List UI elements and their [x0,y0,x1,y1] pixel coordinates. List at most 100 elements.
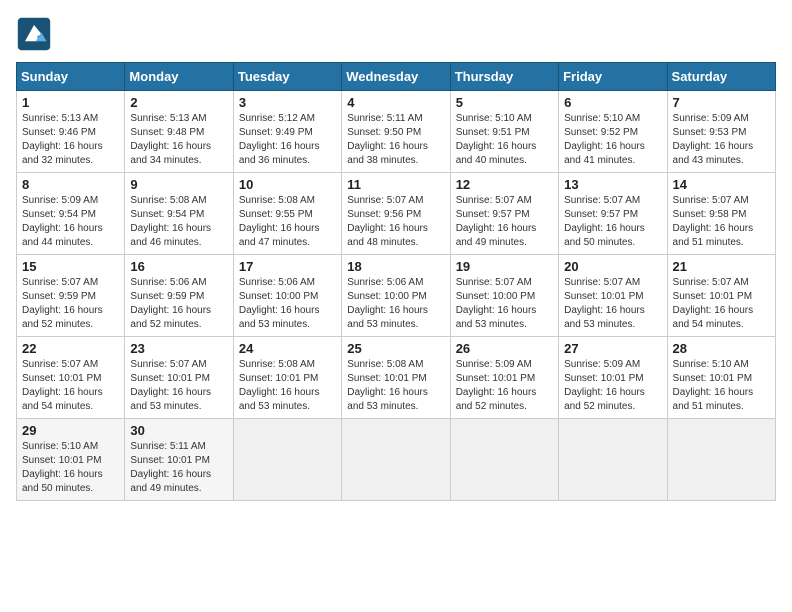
calendar-cell: 29 Sunrise: 5:10 AMSunset: 10:01 PMDaylig… [17,419,125,501]
day-info: Sunrise: 5:06 AMSunset: 10:00 PMDaylight… [347,276,444,332]
day-info: Sunrise: 5:11 AMSunset: 9:50 PMDaylight:… [347,112,444,168]
calendar-cell: 28 Sunrise: 5:10 AMSunset: 10:01 PMDaylig… [667,337,775,419]
day-info: Sunrise: 5:12 AMSunset: 9:49 PMDaylight:… [239,112,336,168]
calendar-cell: 22 Sunrise: 5:07 AMSunset: 10:01 PMDaylig… [17,337,125,419]
day-number: 5 [456,95,553,110]
calendar-cell: 4 Sunrise: 5:11 AMSunset: 9:50 PMDaylight… [342,91,450,173]
calendar-cell: 24 Sunrise: 5:08 AMSunset: 10:01 PMDaylig… [233,337,341,419]
calendar-cell: 6 Sunrise: 5:10 AMSunset: 9:52 PMDaylight… [559,91,667,173]
calendar-cell [450,419,558,501]
day-info: Sunrise: 5:10 AMSunset: 9:52 PMDaylight:… [564,112,661,168]
calendar-cell: 1Sunrise: 5:13 AMSunset: 9:46 PMDaylight… [17,91,125,173]
calendar-cell: 11 Sunrise: 5:07 AMSunset: 9:56 PMDayligh… [342,173,450,255]
day-number: 25 [347,341,444,356]
day-info: Sunrise: 5:10 AMSunset: 10:01 PMDaylight… [22,440,119,496]
day-number: 22 [22,341,119,356]
day-info: Sunrise: 5:08 AMSunset: 9:54 PMDaylight:… [130,194,227,250]
calendar-cell: 27 Sunrise: 5:09 AMSunset: 10:01 PMDaylig… [559,337,667,419]
calendar-week-row: 22 Sunrise: 5:07 AMSunset: 10:01 PMDaylig… [17,337,776,419]
calendar-cell: 5 Sunrise: 5:10 AMSunset: 9:51 PMDaylight… [450,91,558,173]
day-info: Sunrise: 5:09 AMSunset: 10:01 PMDaylight… [456,358,553,414]
day-number: 17 [239,259,336,274]
calendar-cell: 10 Sunrise: 5:08 AMSunset: 9:55 PMDayligh… [233,173,341,255]
day-info: Sunrise: 5:13 AMSunset: 9:48 PMDaylight:… [130,112,227,168]
day-number: 20 [564,259,661,274]
day-info: Sunrise: 5:07 AMSunset: 9:57 PMDaylight:… [564,194,661,250]
day-number: 3 [239,95,336,110]
day-number: 23 [130,341,227,356]
calendar-cell: 26 Sunrise: 5:09 AMSunset: 10:01 PMDaylig… [450,337,558,419]
calendar-cell: 16Sunrise: 5:06 AMSunset: 9:59 PMDayligh… [125,255,233,337]
calendar-cell: 9 Sunrise: 5:08 AMSunset: 9:54 PMDaylight… [125,173,233,255]
day-info: Sunrise: 5:08 AMSunset: 10:01 PMDaylight… [239,358,336,414]
calendar-day-header: Saturday [667,63,775,91]
day-number: 8 [22,177,119,192]
calendar-cell: 18 Sunrise: 5:06 AMSunset: 10:00 PMDaylig… [342,255,450,337]
day-number: 14 [673,177,770,192]
calendar-cell [667,419,775,501]
calendar-cell: 7 Sunrise: 5:09 AMSunset: 9:53 PMDaylight… [667,91,775,173]
day-number: 15 [22,259,119,274]
day-info: Sunrise: 5:07 AMSunset: 10:01 PMDaylight… [130,358,227,414]
calendar-cell: 15 Sunrise: 5:07 AMSunset: 9:59 PMDayligh… [17,255,125,337]
day-info: Sunrise: 5:07 AMSunset: 9:56 PMDaylight:… [347,194,444,250]
calendar-day-header: Thursday [450,63,558,91]
day-info: Sunrise: 5:07 AMSunset: 9:57 PMDaylight:… [456,194,553,250]
day-info: Sunrise: 5:06 AMSunset: 10:00 PMDaylight… [239,276,336,332]
calendar-day-header: Sunday [17,63,125,91]
day-info: Sunrise: 5:08 AMSunset: 10:01 PMDaylight… [347,358,444,414]
day-info: Sunrise: 5:07 AMSunset: 10:01 PMDaylight… [564,276,661,332]
calendar-day-header: Monday [125,63,233,91]
day-number: 2 [130,95,227,110]
day-number: 29 [22,423,119,438]
day-number: 28 [673,341,770,356]
calendar-cell: 14 Sunrise: 5:07 AMSunset: 9:58 PMDayligh… [667,173,775,255]
logo-icon [16,16,52,52]
day-number: 24 [239,341,336,356]
day-info: Sunrise: 5:07 AMSunset: 10:01 PMDaylight… [673,276,770,332]
day-info: Sunrise: 5:10 AMSunset: 9:51 PMDaylight:… [456,112,553,168]
calendar-header-row: SundayMondayTuesdayWednesdayThursdayFrid… [17,63,776,91]
calendar-cell: 25 Sunrise: 5:08 AMSunset: 10:01 PMDaylig… [342,337,450,419]
day-number: 18 [347,259,444,274]
calendar-cell: 19 Sunrise: 5:07 AMSunset: 10:00 PMDaylig… [450,255,558,337]
day-number: 21 [673,259,770,274]
day-number: 19 [456,259,553,274]
calendar-day-header: Wednesday [342,63,450,91]
day-info: Sunrise: 5:09 AMSunset: 10:01 PMDaylight… [564,358,661,414]
calendar-cell: 23 Sunrise: 5:07 AMSunset: 10:01 PMDaylig… [125,337,233,419]
calendar-body: 1Sunrise: 5:13 AMSunset: 9:46 PMDaylight… [17,91,776,501]
day-info: Sunrise: 5:07 AMSunset: 9:59 PMDaylight:… [22,276,119,332]
day-number: 27 [564,341,661,356]
logo [16,16,56,52]
day-info: Sunrise: 5:07 AMSunset: 10:01 PMDaylight… [22,358,119,414]
calendar-day-header: Friday [559,63,667,91]
calendar-week-row: 15 Sunrise: 5:07 AMSunset: 9:59 PMDayligh… [17,255,776,337]
day-number: 30 [130,423,227,438]
day-number: 11 [347,177,444,192]
day-number: 1 [22,95,119,110]
day-info: Sunrise: 5:07 AMSunset: 9:58 PMDaylight:… [673,194,770,250]
day-info: Sunrise: 5:10 AMSunset: 10:01 PMDaylight… [673,358,770,414]
calendar-cell: 20 Sunrise: 5:07 AMSunset: 10:01 PMDaylig… [559,255,667,337]
day-number: 7 [673,95,770,110]
calendar-day-header: Tuesday [233,63,341,91]
day-number: 9 [130,177,227,192]
day-info: Sunrise: 5:07 AMSunset: 10:00 PMDaylight… [456,276,553,332]
day-number: 4 [347,95,444,110]
calendar-cell [559,419,667,501]
day-number: 10 [239,177,336,192]
day-info: Sunrise: 5:09 AMSunset: 9:53 PMDaylight:… [673,112,770,168]
calendar-week-row: 8 Sunrise: 5:09 AMSunset: 9:54 PMDaylight… [17,173,776,255]
day-number: 16 [130,259,227,274]
calendar-cell: 13 Sunrise: 5:07 AMSunset: 9:57 PMDayligh… [559,173,667,255]
calendar-week-row: 29 Sunrise: 5:10 AMSunset: 10:01 PMDaylig… [17,419,776,501]
day-number: 26 [456,341,553,356]
calendar-week-row: 1Sunrise: 5:13 AMSunset: 9:46 PMDaylight… [17,91,776,173]
day-number: 13 [564,177,661,192]
calendar-table: SundayMondayTuesdayWednesdayThursdayFrid… [16,62,776,501]
calendar-cell: 30Sunrise: 5:11 AMSunset: 10:01 PMDaylig… [125,419,233,501]
day-number: 6 [564,95,661,110]
day-info: Sunrise: 5:09 AMSunset: 9:54 PMDaylight:… [22,194,119,250]
day-info: Sunrise: 5:08 AMSunset: 9:55 PMDaylight:… [239,194,336,250]
